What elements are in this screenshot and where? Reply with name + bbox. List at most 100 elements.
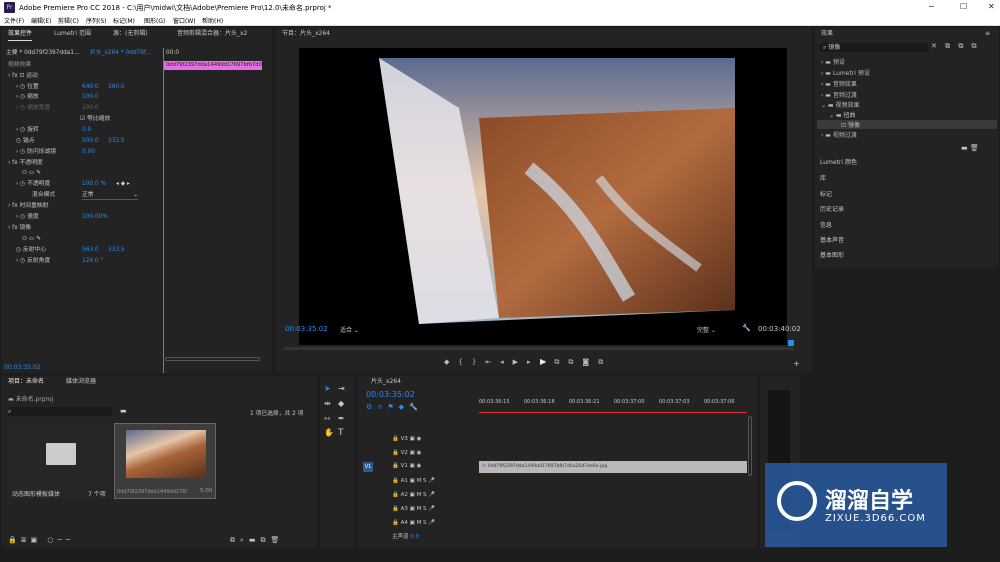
panel-info[interactable]: 信息: [820, 220, 832, 229]
keyframe-nav-icon[interactable]: ◂ ◆ ▸: [116, 179, 130, 189]
program-viewport[interactable]: [299, 48, 787, 345]
lock-icon[interactable]: 🔒: [392, 520, 401, 526]
effects-item-audio-effects[interactable]: › ▬ 音频效果: [821, 79, 857, 88]
timeline-tool-icons[interactable]: ⚙∩⚑◆🔧: [366, 403, 423, 411]
ec-timecode[interactable]: 00:03:35:02: [4, 364, 41, 371]
lock-icon[interactable]: 🔒: [392, 478, 401, 484]
timeline-timecode[interactable]: 00:03:35:02: [366, 390, 415, 399]
effects-item-video-transitions[interactable]: › ▬ 视频过渡: [821, 130, 857, 139]
menu-file[interactable]: 文件(F): [4, 16, 24, 25]
reflect-angle-value[interactable]: 124.0 °: [82, 256, 103, 266]
antiflicker-value[interactable]: 0.00: [82, 147, 95, 157]
folder-thumbnail[interactable]: [8, 423, 112, 499]
menu-edit[interactable]: 编辑(E): [31, 16, 51, 25]
ec-playhead[interactable]: [163, 48, 164, 373]
slip-tool-icon[interactable]: ⇿: [324, 414, 331, 423]
menu-icon[interactable]: ≡: [985, 28, 990, 40]
effects-item-audio-transitions[interactable]: › ▬ 音频过渡: [821, 90, 857, 99]
program-playhead[interactable]: [788, 340, 794, 346]
effects-item-presets[interactable]: › ▬ 预设: [821, 57, 845, 66]
lock-icon[interactable]: 🔒: [392, 436, 401, 442]
play-icon[interactable]: ▶: [540, 357, 546, 366]
effects-filter-icons[interactable]: ✕ ⧉ ⧉ ⧉: [931, 42, 980, 51]
timeline-vscroll[interactable]: [748, 416, 752, 476]
master-clip-label[interactable]: 主要 * 0dd79f2397dda1...: [6, 48, 80, 58]
reflect-center-x[interactable]: 563.0: [82, 245, 99, 255]
menu-clip[interactable]: 剪辑(C): [58, 16, 79, 25]
menu-graphics[interactable]: 图形(G): [144, 16, 165, 25]
menu-help[interactable]: 帮助(H): [202, 16, 223, 25]
v1-source-patch[interactable]: V1: [363, 462, 373, 472]
reflect-center-y[interactable]: 333.5: [108, 245, 125, 255]
panel-essential-sound[interactable]: 基本声音: [820, 235, 844, 244]
program-tab[interactable]: 节目：片头_x264: [282, 28, 330, 40]
track-label[interactable]: V2: [401, 450, 408, 456]
quality-select[interactable]: 完整 ⌄: [697, 325, 716, 334]
effects-item-distort[interactable]: ⌄ ▬ 扭曲: [829, 110, 856, 119]
tab-source[interactable]: 源：(无剪辑): [113, 28, 148, 40]
menu-marker[interactable]: 标记(M): [113, 16, 135, 25]
project-bottom-toolbar[interactable]: 🔒≣▣ ○──: [8, 536, 74, 544]
ec-clip-bar[interactable]: 0dd79f2397dda1449dd17697bfb7d0a20: [164, 61, 262, 70]
type-tool-icon[interactable]: T: [338, 428, 344, 438]
mirror-mask-shapes[interactable]: ⬭ ▭ ✎: [22, 234, 41, 244]
effects-search-input[interactable]: ⌕ 镜像: [819, 43, 929, 52]
panel-markers[interactable]: 标记: [820, 189, 832, 198]
lock-icon[interactable]: 🔒: [392, 506, 401, 512]
scale-value[interactable]: 100.0: [82, 92, 99, 102]
selection-tool-icon[interactable]: ➤: [324, 384, 331, 393]
project-search-input[interactable]: ⌕: [8, 407, 112, 416]
tab-audio-mixer[interactable]: 音频剪辑混合器：片头_x2: [177, 28, 247, 40]
panel-essential-graphics[interactable]: 基本图形: [820, 250, 844, 259]
tab-sequence[interactable]: 片头_x264: [371, 376, 401, 388]
position-y[interactable]: 360.0: [108, 82, 125, 92]
track-label[interactable]: V1: [401, 463, 408, 469]
razor-tool-icon[interactable]: ◆: [338, 399, 344, 408]
pen-tool-icon[interactable]: ✒: [338, 414, 345, 423]
master-volume[interactable]: 0.0: [410, 534, 419, 540]
track-label[interactable]: A2: [401, 492, 408, 498]
mask-shapes[interactable]: ⬭ ▭ ✎: [22, 168, 41, 178]
menu-window[interactable]: 窗口(W): [173, 16, 196, 25]
transport-controls[interactable]: ◆{}⇤◂▶▸⇥⧉⧉◙⧉: [444, 358, 612, 367]
panel-lumetri-color[interactable]: Lumetri 颜色: [820, 157, 857, 166]
track-label[interactable]: A1: [401, 478, 408, 484]
work-area-bar[interactable]: [479, 412, 747, 413]
wrench-icon[interactable]: 🔧: [742, 324, 751, 332]
menu-sequence[interactable]: 序列(S): [86, 16, 107, 25]
add-button-icon[interactable]: +: [793, 359, 800, 368]
program-timecode[interactable]: 00:03:35:02: [285, 325, 328, 333]
anchor-y[interactable]: 333.5: [108, 136, 125, 146]
motion-row[interactable]: › fx ⊡ 运动: [8, 71, 38, 81]
opacity-value[interactable]: 100.0 %: [82, 179, 106, 189]
sequence-clip-label[interactable]: 片头_x264 * 0dd79f...: [90, 48, 151, 58]
tab-project[interactable]: 项目：未命名: [8, 376, 44, 388]
close-icon[interactable]: ✕: [988, 2, 995, 11]
track-label[interactable]: A4: [401, 520, 408, 526]
anchor-x[interactable]: 500.0: [82, 136, 99, 146]
track-select-tool-icon[interactable]: ⇥: [338, 384, 345, 393]
maximize-icon[interactable]: ☐: [960, 2, 967, 11]
uniform-scale-row[interactable]: ☑ 等比缩放: [80, 114, 110, 124]
lock-icon[interactable]: 🔒: [392, 463, 401, 469]
track-label[interactable]: A3: [401, 506, 408, 512]
tab-media-browser[interactable]: 媒体浏览器: [66, 376, 96, 388]
effects-title[interactable]: 效果: [821, 28, 833, 40]
blend-mode-select[interactable]: 正常 ⌄: [82, 190, 138, 200]
mirror-group[interactable]: › fx 镜像: [8, 223, 31, 233]
fit-select[interactable]: 适合 ⌄: [340, 325, 359, 334]
ripple-tool-icon[interactable]: ⇹: [324, 399, 331, 408]
rotation-value[interactable]: 0.0: [82, 125, 91, 135]
new-bin-icon[interactable]: ▬ 🗑: [961, 144, 979, 152]
lock-icon[interactable]: 🔒: [392, 492, 401, 498]
panel-libraries[interactable]: 库: [820, 173, 826, 182]
minimize-icon[interactable]: ─: [929, 2, 934, 11]
timeline-clip-v1[interactable]: fx 0dd79f2397dda1449dd17697bfb7d0a20d7ee…: [479, 461, 747, 473]
track-label[interactable]: V3: [401, 436, 408, 442]
position-x[interactable]: 640.0: [82, 82, 99, 92]
effects-item-lumetri[interactable]: › ▬ Lumetri 预设: [821, 68, 870, 77]
speed-value[interactable]: 100.00%: [82, 212, 108, 222]
panel-history[interactable]: 历史记录: [820, 204, 844, 213]
effects-item-mirror[interactable]: ⊡ 镜像: [817, 120, 997, 129]
program-scrubber[interactable]: [284, 347, 794, 350]
